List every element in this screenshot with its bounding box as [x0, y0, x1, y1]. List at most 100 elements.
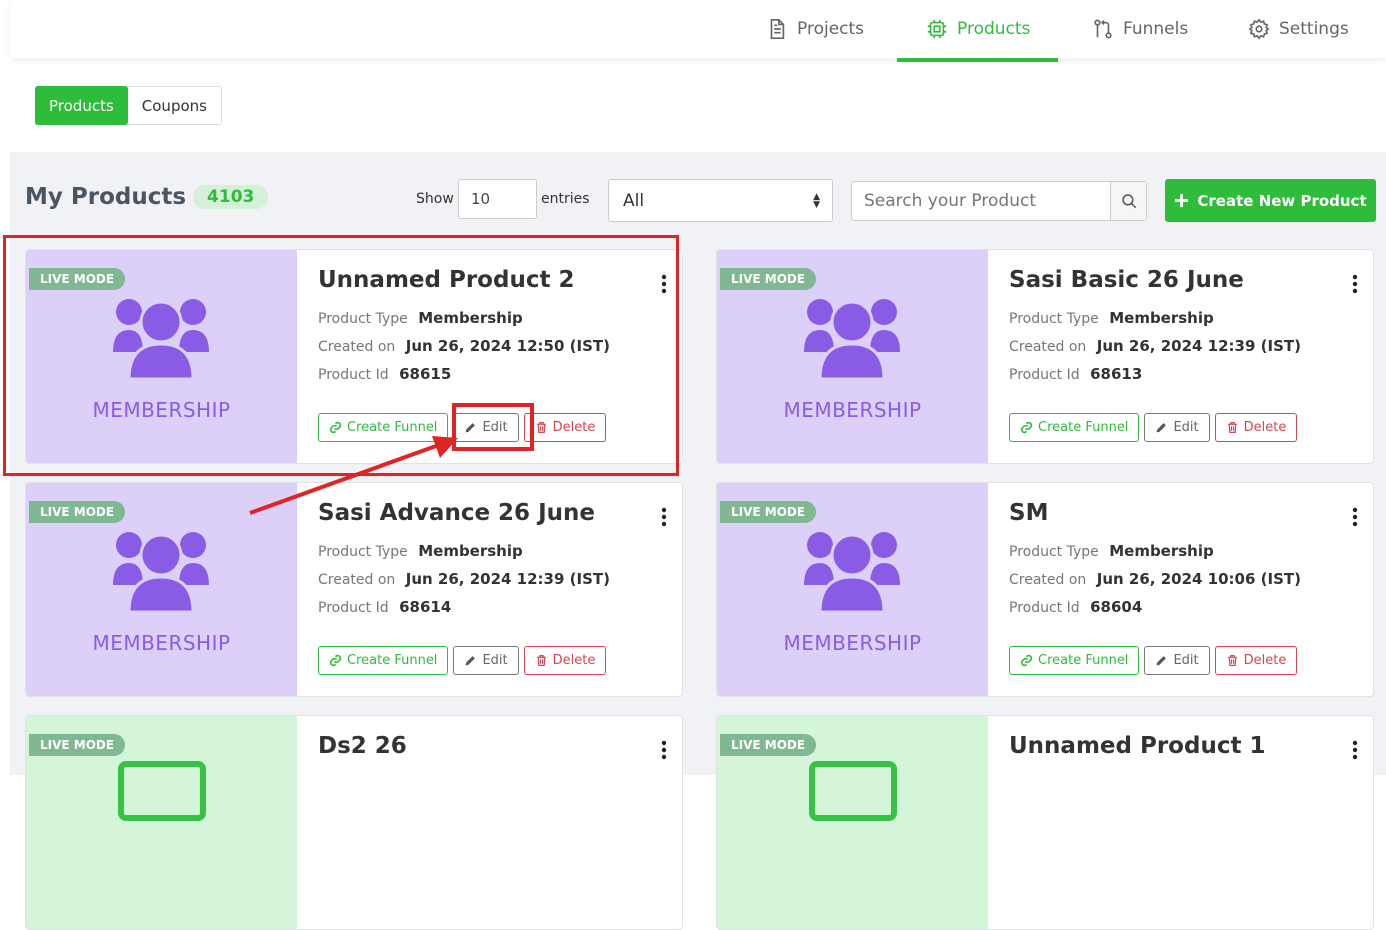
- product-title: Unnamed Product 1: [1009, 733, 1266, 759]
- live-mode-badge: LIVE MODE: [29, 501, 126, 523]
- product-filter-select[interactable]: All ▲ ▼: [608, 179, 833, 222]
- nav-products-label: Products: [957, 19, 1031, 39]
- product-card[interactable]: LIVE MODE Ds2 26: [25, 715, 683, 930]
- nav-settings-label: Settings: [1279, 19, 1349, 39]
- product-card[interactable]: LIVE MODE MEMBERSHIP Sasi Advance 26 Jun…: [25, 482, 683, 697]
- create-new-product-button[interactable]: Create New Product: [1165, 179, 1376, 222]
- product-thumbnail: LIVE MODE: [26, 716, 297, 929]
- more-options-icon[interactable]: [660, 274, 668, 294]
- delete-button[interactable]: Delete: [523, 646, 607, 675]
- product-id-value: 68604: [1090, 598, 1143, 616]
- nav-funnels[interactable]: Funnels: [1092, 0, 1188, 58]
- product-id-label: Product Id: [318, 600, 389, 616]
- product-id-value: 68613: [1090, 365, 1143, 383]
- product-type-label: Product Type: [318, 311, 408, 327]
- edit-button[interactable]: Edit: [453, 413, 519, 442]
- create-funnel-button[interactable]: Create Funnel: [318, 646, 449, 675]
- created-on-value: Jun 26, 2024 10:06 (IST): [1096, 570, 1301, 588]
- delete-label: Delete: [552, 420, 596, 435]
- plus-icon: [1175, 193, 1189, 208]
- tab-products[interactable]: Products: [35, 86, 128, 125]
- product-card[interactable]: LIVE MODE Unnamed Product 1: [716, 715, 1374, 930]
- product-type-label: Product Type: [1009, 311, 1099, 327]
- delete-label: Delete: [1243, 653, 1287, 668]
- product-type-value: Membership: [1109, 309, 1214, 327]
- entries-input[interactable]: 10: [458, 179, 537, 219]
- create-funnel-button[interactable]: Create Funnel: [1009, 646, 1140, 675]
- product-subtabs: Products Coupons: [35, 86, 222, 125]
- trash-icon: [536, 422, 546, 433]
- more-options-icon[interactable]: [1351, 507, 1359, 527]
- thumbnail-label: MEMBERSHIP: [783, 631, 922, 655]
- product-info: Unnamed Product 1: [1009, 733, 1349, 759]
- product-type-value: Membership: [418, 542, 523, 560]
- product-card[interactable]: LIVE MODE MEMBERSHIP Unnamed Product 2 P…: [25, 249, 683, 464]
- search-button[interactable]: [1110, 182, 1146, 220]
- edit-button[interactable]: Edit: [1144, 413, 1210, 442]
- product-thumbnail: LIVE MODE MEMBERSHIP: [26, 250, 297, 463]
- created-on-value: Jun 26, 2024 12:39 (IST): [1096, 337, 1301, 355]
- more-options-icon[interactable]: [1351, 740, 1359, 760]
- product-meta: Product Type Membership Created on Jun 2…: [318, 305, 658, 389]
- product-type-icon: [809, 761, 897, 821]
- product-id-value: 68614: [399, 598, 452, 616]
- more-options-icon[interactable]: [660, 740, 668, 760]
- git-pull-icon: [1094, 19, 1112, 39]
- nav-settings[interactable]: Settings: [1248, 0, 1349, 58]
- users-icon: [113, 299, 209, 379]
- product-title: Unnamed Product 2: [318, 267, 575, 293]
- nav-products[interactable]: Products: [896, 0, 1059, 62]
- delete-label: Delete: [1243, 420, 1287, 435]
- product-card[interactable]: LIVE MODE MEMBERSHIP SM Product Type Mem…: [716, 482, 1374, 697]
- create-new-product-label: Create New Product: [1197, 191, 1367, 210]
- delete-label: Delete: [552, 653, 596, 668]
- document-icon: [770, 19, 785, 39]
- product-meta: Product Type Membership Created on Jun 2…: [1009, 538, 1349, 622]
- show-label: Show: [416, 191, 454, 207]
- more-options-icon[interactable]: [660, 507, 668, 527]
- product-thumbnail: LIVE MODE: [717, 716, 988, 929]
- pencil-icon: [1157, 656, 1167, 666]
- delete-button[interactable]: Delete: [1214, 413, 1298, 442]
- live-mode-badge: LIVE MODE: [720, 734, 817, 756]
- create-funnel-label: Create Funnel: [347, 653, 438, 668]
- product-info: Sasi Advance 26 June Product Type Member…: [318, 500, 658, 622]
- created-on-label: Created on: [1009, 572, 1087, 588]
- create-funnel-button[interactable]: Create Funnel: [318, 413, 449, 442]
- nav-projects[interactable]: Projects: [766, 0, 864, 58]
- link-icon: [1020, 654, 1033, 667]
- trash-icon: [1227, 422, 1237, 433]
- product-title: Ds2 26: [318, 733, 407, 759]
- create-funnel-button[interactable]: Create Funnel: [1009, 413, 1140, 442]
- product-card[interactable]: LIVE MODE MEMBERSHIP Sasi Basic 26 June …: [716, 249, 1374, 464]
- tab-coupons[interactable]: Coupons: [128, 87, 221, 124]
- users-icon: [804, 299, 900, 379]
- pencil-icon: [1157, 423, 1167, 433]
- delete-button[interactable]: Delete: [523, 413, 607, 442]
- product-search: [851, 181, 1147, 221]
- more-options-icon[interactable]: [1351, 274, 1359, 294]
- edit-label: Edit: [482, 653, 508, 668]
- users-icon: [113, 532, 209, 612]
- create-funnel-label: Create Funnel: [347, 420, 438, 435]
- edit-button[interactable]: Edit: [453, 646, 519, 675]
- edit-button[interactable]: Edit: [1144, 646, 1210, 675]
- product-info: SM Product Type Membership Created on Ju…: [1009, 500, 1349, 622]
- product-actions: Create Funnel Edit Delete: [1009, 413, 1298, 442]
- link-icon: [1020, 421, 1033, 434]
- search-icon: [1121, 194, 1136, 209]
- product-type-icon: [118, 761, 206, 821]
- nav-projects-label: Projects: [797, 19, 865, 39]
- page-title: My Products: [25, 184, 187, 210]
- filter-value: All: [623, 190, 645, 211]
- product-actions: Create Funnel Edit Delete: [318, 413, 607, 442]
- product-actions: Create Funnel Edit Delete: [318, 646, 607, 675]
- delete-button[interactable]: Delete: [1214, 646, 1298, 675]
- product-title: Sasi Basic 26 June: [1009, 267, 1244, 293]
- top-navigation: Projects Products Funnels Settings: [10, 0, 1386, 62]
- search-input[interactable]: [852, 182, 1110, 220]
- created-on-label: Created on: [1009, 339, 1087, 355]
- select-arrows-icon: ▲ ▼: [813, 192, 820, 210]
- edit-label: Edit: [482, 420, 508, 435]
- nav-funnels-label: Funnels: [1123, 19, 1189, 39]
